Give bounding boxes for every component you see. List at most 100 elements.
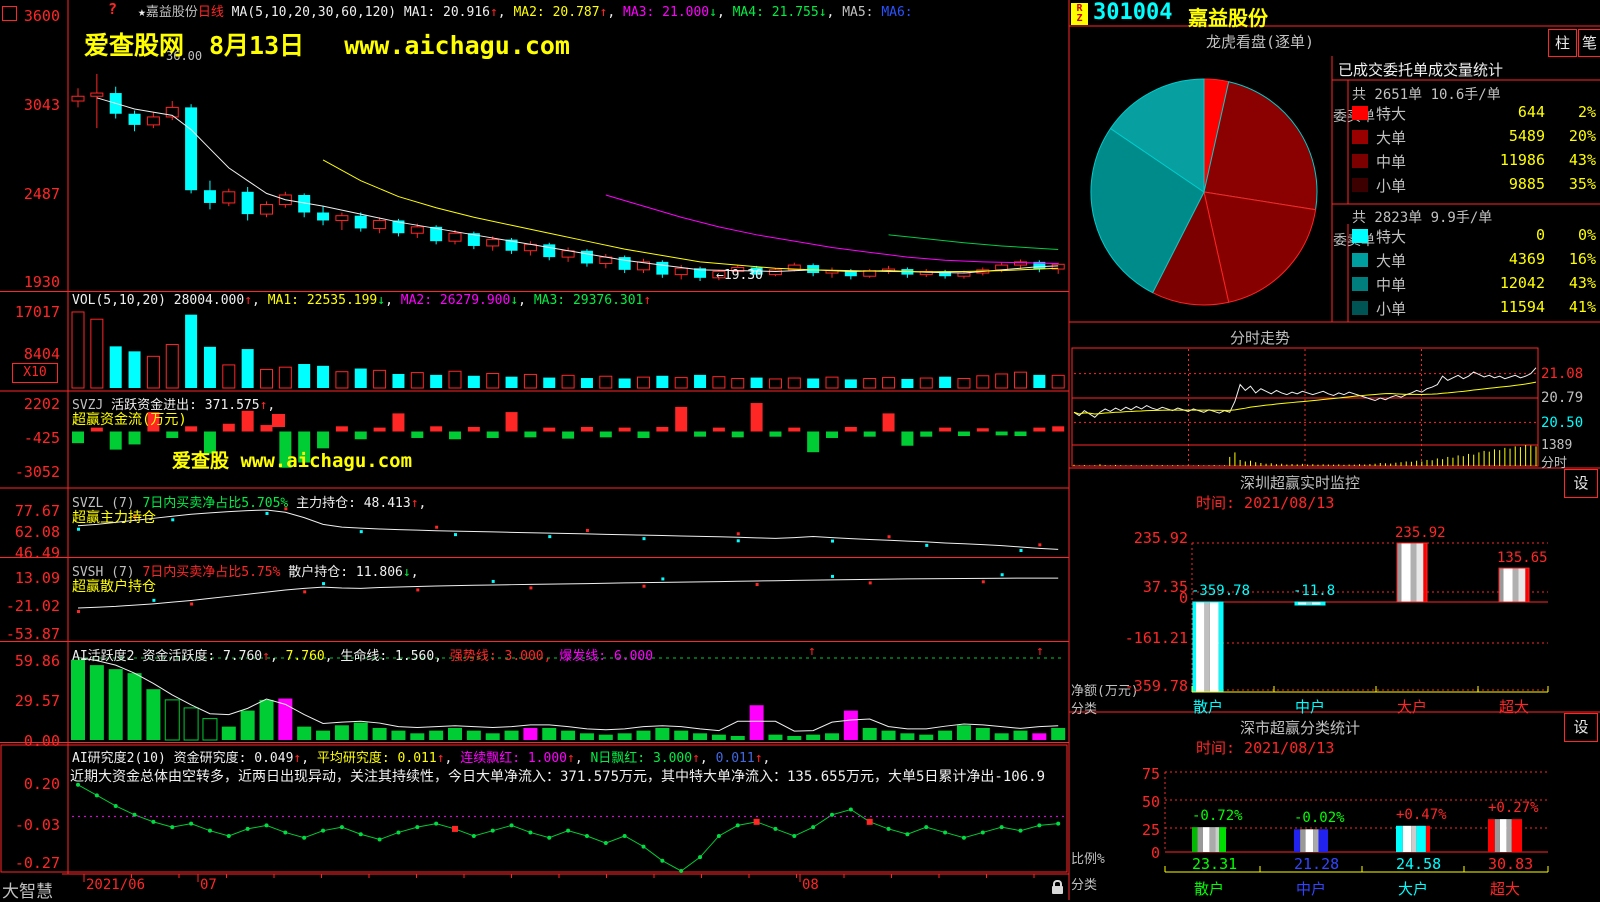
text-span: MA6:	[881, 5, 912, 20]
kline-ytick: 2487	[0, 185, 60, 203]
text-span: 资金活跃度: 7.760	[142, 649, 262, 664]
text-span: ↓	[709, 5, 717, 20]
svsh-ytick: -53.87	[0, 625, 60, 643]
svzl-ytick: 77.67	[0, 502, 60, 520]
rz-badge: RZ	[1071, 3, 1088, 25]
buy-row-swatch	[1352, 106, 1368, 120]
szjk-bar-label: -359.78	[1191, 583, 1250, 599]
text-span: ,	[270, 649, 286, 664]
buy-row-swatch	[1352, 178, 1368, 192]
text-span: N日飘红: 3.000	[590, 751, 692, 766]
watermark-mid: 爱查股 www.aichagu.com	[172, 446, 412, 473]
text-span: ↑	[692, 751, 700, 766]
text-span: ↓	[510, 293, 518, 308]
text-span: ,	[827, 5, 843, 20]
buy-side-label: 委买单	[1333, 108, 1349, 127]
xaxis-label: 08	[802, 877, 819, 893]
sell-row-swatch	[1352, 301, 1368, 315]
ai2-ytick: 0.20	[0, 775, 60, 793]
text-span: ↓	[819, 5, 827, 20]
last-price-tag: ←19.30	[716, 268, 763, 283]
pen-mode-button[interactable]: 笔	[1578, 29, 1600, 57]
text-span: MA5:	[842, 5, 881, 20]
svsh-subtitle: 超赢散户持仓	[72, 576, 156, 596]
szjk-settings-button[interactable]: 设	[1564, 469, 1598, 498]
sell-row-count: 0	[1455, 226, 1545, 244]
text-span: MA4: 21.755	[733, 5, 819, 20]
svzj-ytick: -425	[0, 429, 60, 447]
text-span: ,	[325, 649, 341, 664]
fenshi-vol-label: 1389	[1541, 438, 1572, 453]
buy-row-count: 11986	[1455, 151, 1545, 169]
sell-orders-summary: 共 2823单 9.9手/单	[1352, 207, 1492, 227]
sell-row-swatch	[1352, 277, 1368, 291]
ai1-ytick: 29.57	[0, 692, 60, 710]
lock-icon[interactable]	[1052, 886, 1063, 894]
sell-row-count: 11594	[1455, 298, 1545, 316]
szjk-cat-label: 超大	[1499, 696, 1529, 717]
text-span: 资金研究度: 0.049	[174, 751, 294, 766]
text-span: ,	[700, 751, 716, 766]
bar-mode-button[interactable]: 柱	[1548, 29, 1577, 57]
text-span: ,	[301, 751, 317, 766]
szjk-bar-label: 235.92	[1395, 525, 1446, 541]
buy-row-count: 644	[1455, 103, 1545, 121]
svsh-ytick: -21.02	[0, 597, 60, 615]
text-span: MA3: 29376.301	[534, 293, 644, 308]
text-span: ,	[518, 293, 534, 308]
sell-row-pct: 16%	[1552, 250, 1596, 268]
fenlei-cat-label: 大户	[1398, 878, 1428, 899]
text-span: ↓	[403, 565, 411, 580]
svzl-ytick: 62.08	[0, 523, 60, 541]
fenlei-value-label: 23.31	[1192, 855, 1237, 873]
text-span: ↑	[567, 751, 575, 766]
kline-ytick: 1930	[0, 273, 60, 291]
text-span: 连续飘红: 1.000	[460, 751, 567, 766]
order-stats-title: 已成交委托单成交量统计	[1338, 59, 1503, 80]
text-span: ↑	[490, 5, 498, 20]
ai2-ytick: -0.03	[0, 816, 60, 834]
ai1-ytick: 0.00	[0, 732, 60, 750]
fenlei-value-label: 21.28	[1294, 855, 1339, 873]
szjk-ytick: 235.92	[1110, 529, 1188, 547]
fenlei-settings-button[interactable]: 设	[1564, 713, 1598, 742]
szjk-bar-label: -11.8	[1293, 583, 1335, 599]
vol-ytick: 8404	[0, 345, 60, 363]
fenshi-high-label: 21.08	[1541, 366, 1583, 382]
svzj-ytick: 2202	[0, 395, 60, 413]
ai2-ytick: -0.27	[0, 854, 60, 872]
buy-row-swatch	[1352, 130, 1368, 144]
text-span: 平均研究度: 0.011	[317, 751, 437, 766]
fenlei-ytick: 50	[1120, 793, 1160, 811]
svsh-ytick: 13.09	[0, 569, 60, 587]
text-span: ↓	[377, 293, 385, 308]
sell-row-name: 中单	[1376, 274, 1406, 295]
buy-orders-summary: 共 2651单 10.6手/单	[1352, 84, 1501, 104]
kline-ytick: 3600	[0, 7, 60, 25]
badge-z: Z	[1071, 14, 1088, 24]
text-span: 7日内买卖净占比5.75%	[142, 565, 280, 580]
szjk-axis-caption-2: 分类	[1071, 698, 1097, 717]
sell-row-count: 4369	[1455, 250, 1545, 268]
text-span: 生命线: 1.560,	[340, 649, 449, 664]
fenlei-change-label: +0.27%	[1488, 800, 1539, 816]
szjk-ytick: 0	[1110, 589, 1188, 607]
buy-row-pct: 20%	[1552, 127, 1596, 145]
text-span: MA2: 26279.900	[401, 293, 511, 308]
svzl-ytick: 46.49	[0, 544, 60, 562]
sell-row-count: 12042	[1455, 274, 1545, 292]
text-span: MA1: 22535.199	[268, 293, 378, 308]
buy-row-count: 5489	[1455, 127, 1545, 145]
text-span: ↑	[755, 751, 763, 766]
fenlei-ytick: 0	[1120, 844, 1160, 862]
sell-side-label: 委卖单	[1333, 232, 1349, 251]
text-span: 强势线: 3.000,	[450, 649, 559, 664]
ai1-signal-arrow-1: ↑	[808, 644, 816, 659]
szjk-cat-label: 中户	[1295, 696, 1325, 717]
fenshi-low-label: 20.50	[1541, 415, 1583, 431]
fenlei-time: 时间: 2021/08/13	[1196, 737, 1334, 758]
text-span: 散户持仓: 11.806	[280, 565, 402, 580]
buy-row-pct: 2%	[1552, 103, 1596, 121]
vol-ytick: 17017	[0, 303, 60, 321]
text-span: 28004.000	[174, 293, 244, 308]
